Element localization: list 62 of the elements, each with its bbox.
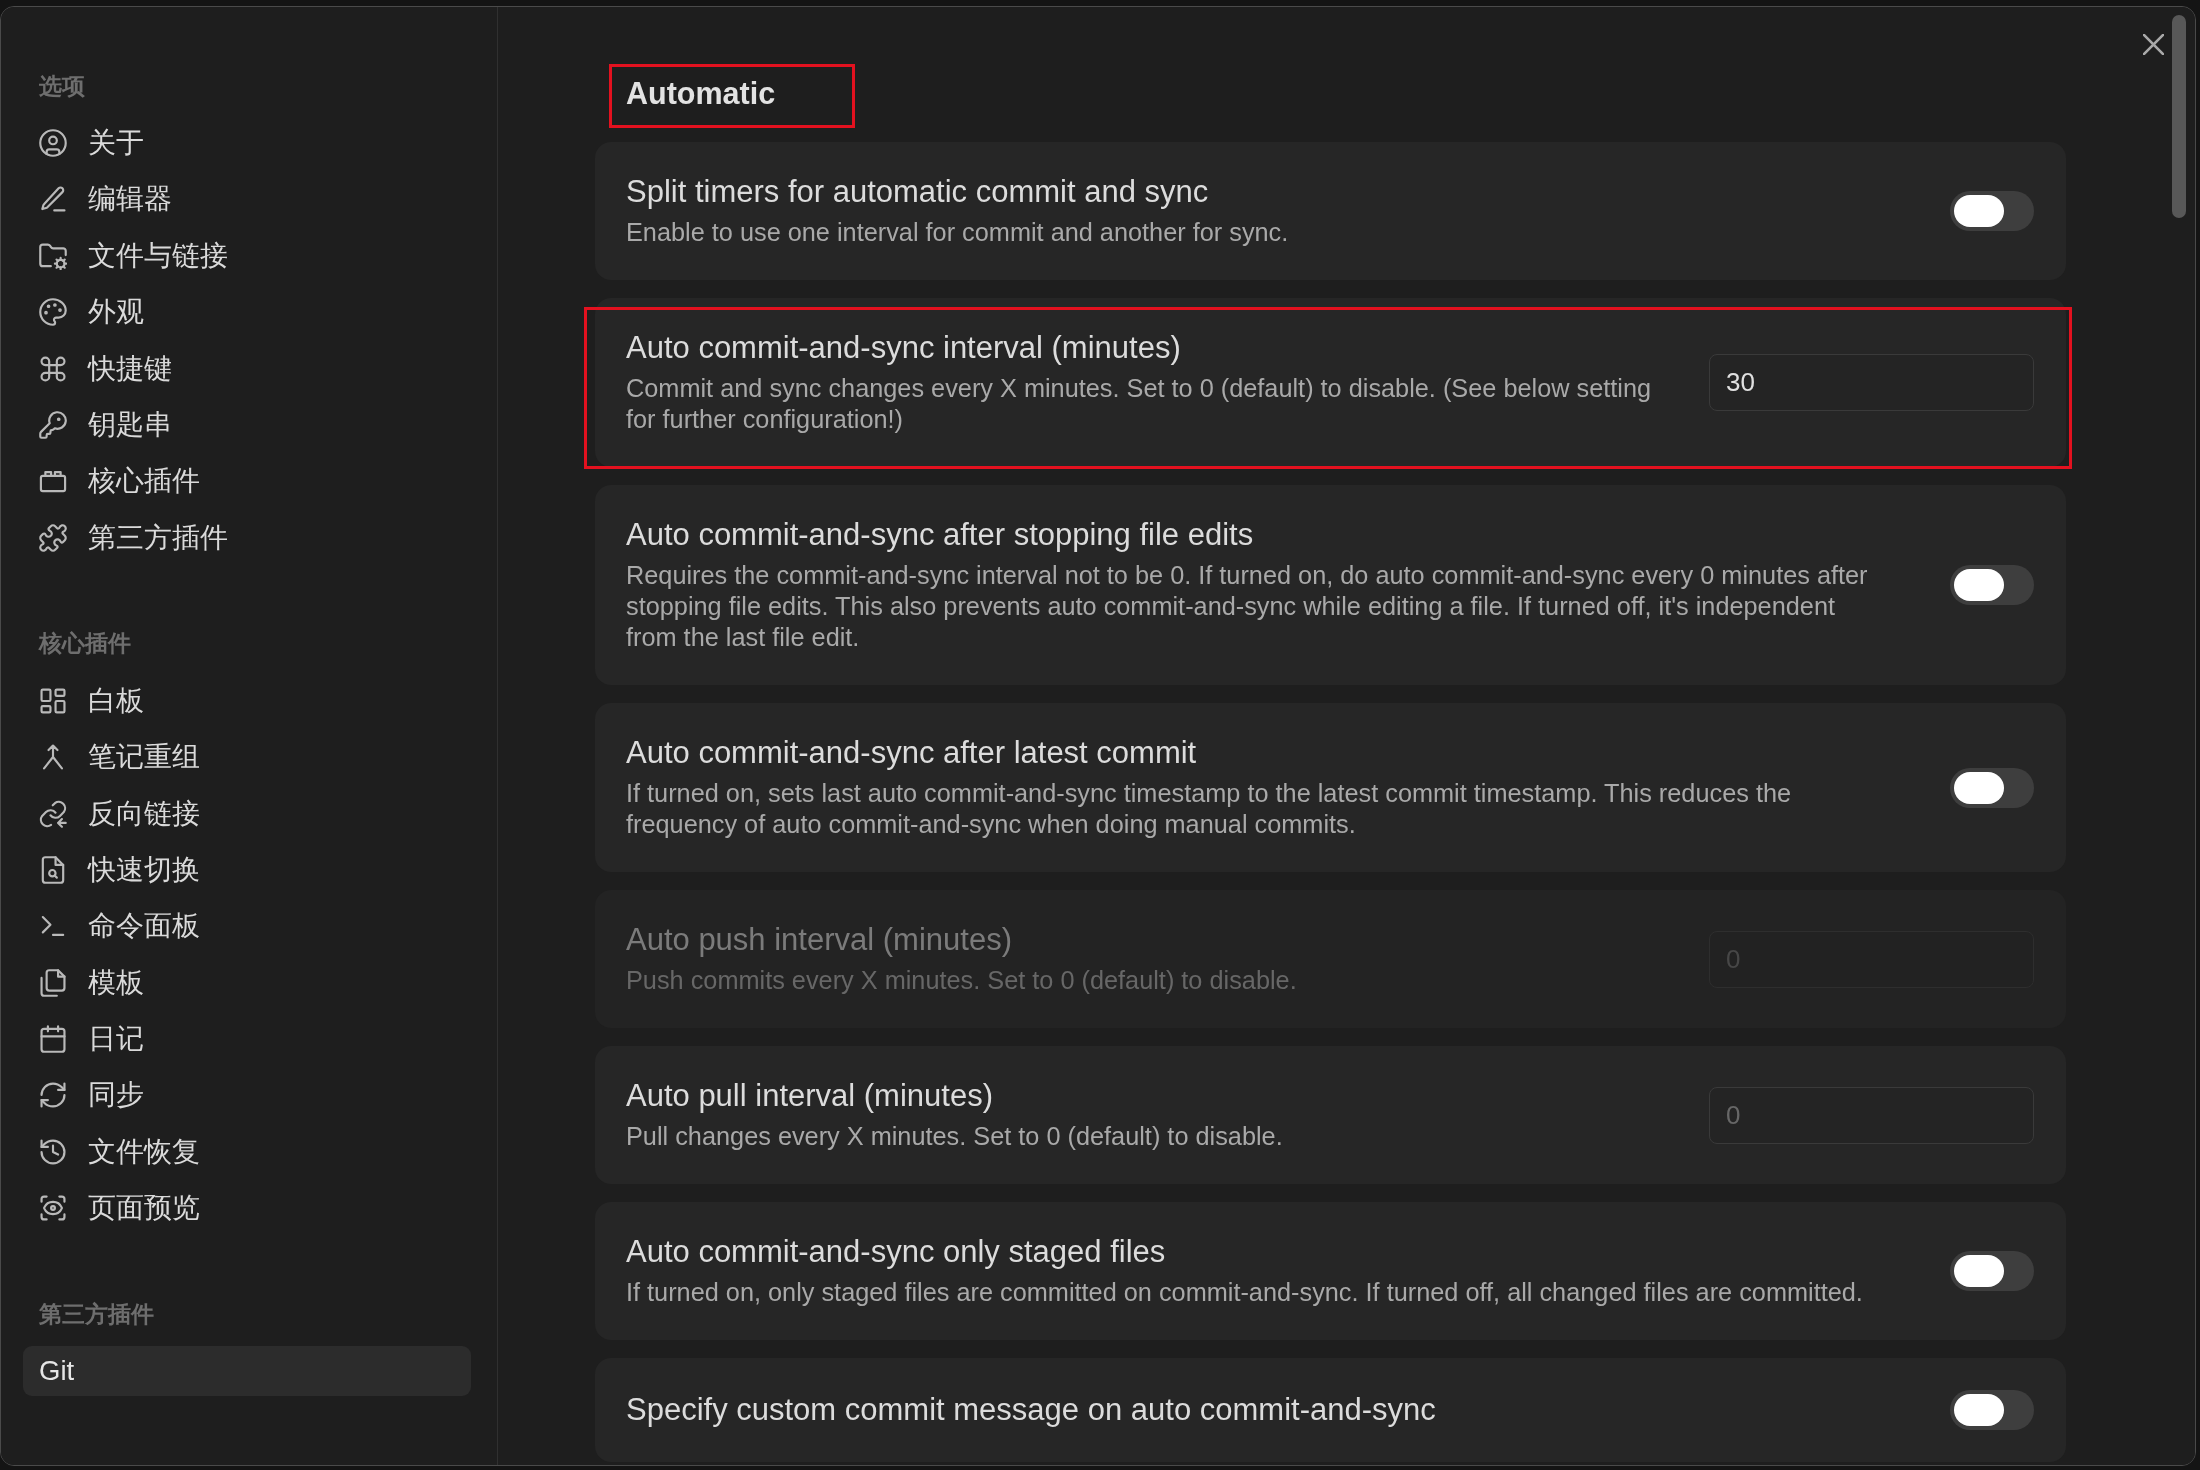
sidebar-item[interactable]: 快捷键: [23, 343, 471, 394]
history-icon: [39, 1137, 67, 1166]
eye-scan-icon: [39, 1194, 67, 1223]
setting-description: Commit and sync changes every X minutes. Set to 0 (default) to disable. (See below setting for further configuration!): [626, 373, 1653, 435]
calendar-icon: [39, 1025, 67, 1054]
section-heading: 核心插件: [37, 629, 132, 659]
section-heading: 选项: [38, 71, 86, 101]
setting-title: Auto commit-and-sync interval (minutes): [626, 330, 1182, 366]
sidebar-item[interactable]: 核心插件: [23, 456, 471, 507]
section-title: Automatic: [626, 75, 776, 111]
setting-description: Pull changes every X minutes. Set to 0 (default) to disable.: [626, 1121, 1284, 1152]
folder-gear-icon: [39, 241, 67, 270]
sidebar-item[interactable]: 笔记重组: [23, 732, 471, 783]
link-arrow-icon: [39, 799, 67, 828]
setting-title: Auto commit-and-sync after latest commit: [626, 735, 1198, 771]
sidebar-item[interactable]: 快速切换: [23, 844, 471, 895]
sidebar-item[interactable]: 页面预览: [23, 1183, 471, 1234]
number-field[interactable]: 30: [1709, 354, 2034, 411]
setting-title: Auto pull interval (minutes): [626, 1078, 994, 1114]
setting-title: Split timers for automatic commit and sync: [626, 174, 1210, 210]
toggle-switch[interactable]: [1950, 1390, 2034, 1430]
pencil-icon: [39, 185, 67, 214]
toggle-switch[interactable]: [1950, 1251, 2034, 1291]
toggle-switch[interactable]: [1950, 767, 2034, 808]
key-icon: [39, 410, 67, 439]
refresh-icon: [39, 1081, 67, 1110]
setting-description: If turned on, sets last auto commit-and-sync timestamp to the latest commit timestamp. This reduces the frequency of auto commit-and-sync when doing manual commits.: [626, 778, 1793, 840]
sidebar-item[interactable]: 模板: [23, 957, 471, 1008]
sidebar-item[interactable]: 文件恢复: [23, 1126, 471, 1177]
setting-description: If turned on, only staged files are committed on commit-and-sync. If turned off, all changed files are committed.: [626, 1277, 1864, 1308]
sidebar-item[interactable]: 外观: [23, 287, 471, 338]
setting-title: Specify custom commit message on auto commit-and-sync: [626, 1392, 1437, 1428]
toggle-switch[interactable]: [1950, 191, 2034, 231]
grid-icon: [39, 686, 67, 715]
setting-description: Requires the commit-and-sync interval not to be 0. If turned on, do auto commit-and-sync every 0 minutes after stopping file edits. This also prevents auto commit-and-sync while editing a file. If turned off, it's independent from the last file edit.: [626, 560, 1869, 653]
number-field[interactable]: 0: [1709, 1086, 2034, 1144]
puzzle-icon: [39, 523, 67, 552]
setting-description: Enable to use one interval for commit and another for sync.: [626, 217, 1290, 248]
setting-title: Auto commit-and-sync only staged files: [626, 1234, 1167, 1270]
setting-title: Auto commit-and-sync after stopping file edits: [626, 517, 1255, 553]
user-circle-icon: [39, 129, 67, 157]
sidebar-item[interactable]: 日记: [23, 1014, 471, 1065]
sidebar-item[interactable]: 关于: [23, 118, 471, 168]
setting-description: Push commits every X minutes. Set to 0 (default) to disable.: [626, 965, 1298, 996]
sidebar-item[interactable]: 编辑器: [23, 174, 471, 225]
sidebar-item[interactable]: 文件与链接: [23, 230, 471, 281]
sidebar-item[interactable]: Git: [23, 1346, 471, 1397]
sidebar-item[interactable]: 反向链接: [23, 788, 471, 839]
scrollbar-thumb[interactable]: [2172, 15, 2186, 218]
toggle-switch[interactable]: [1950, 565, 2034, 605]
close-icon[interactable]: [2143, 34, 2164, 55]
sidebar-item[interactable]: 第三方插件: [23, 512, 471, 563]
sidebar-item[interactable]: 白板: [23, 675, 471, 726]
command-icon: [39, 354, 67, 383]
file-search-icon: [39, 855, 67, 884]
sidebar-item[interactable]: 钥匙串: [23, 399, 471, 450]
sidebar-item[interactable]: 命令面板: [23, 901, 471, 952]
sidebar-item[interactable]: 同步: [23, 1070, 471, 1121]
section-heading: 第三方插件: [38, 1299, 155, 1329]
palette-icon: [39, 298, 67, 327]
pages-icon: [39, 968, 67, 997]
setting-title: Auto push interval (minutes): [626, 922, 1013, 958]
